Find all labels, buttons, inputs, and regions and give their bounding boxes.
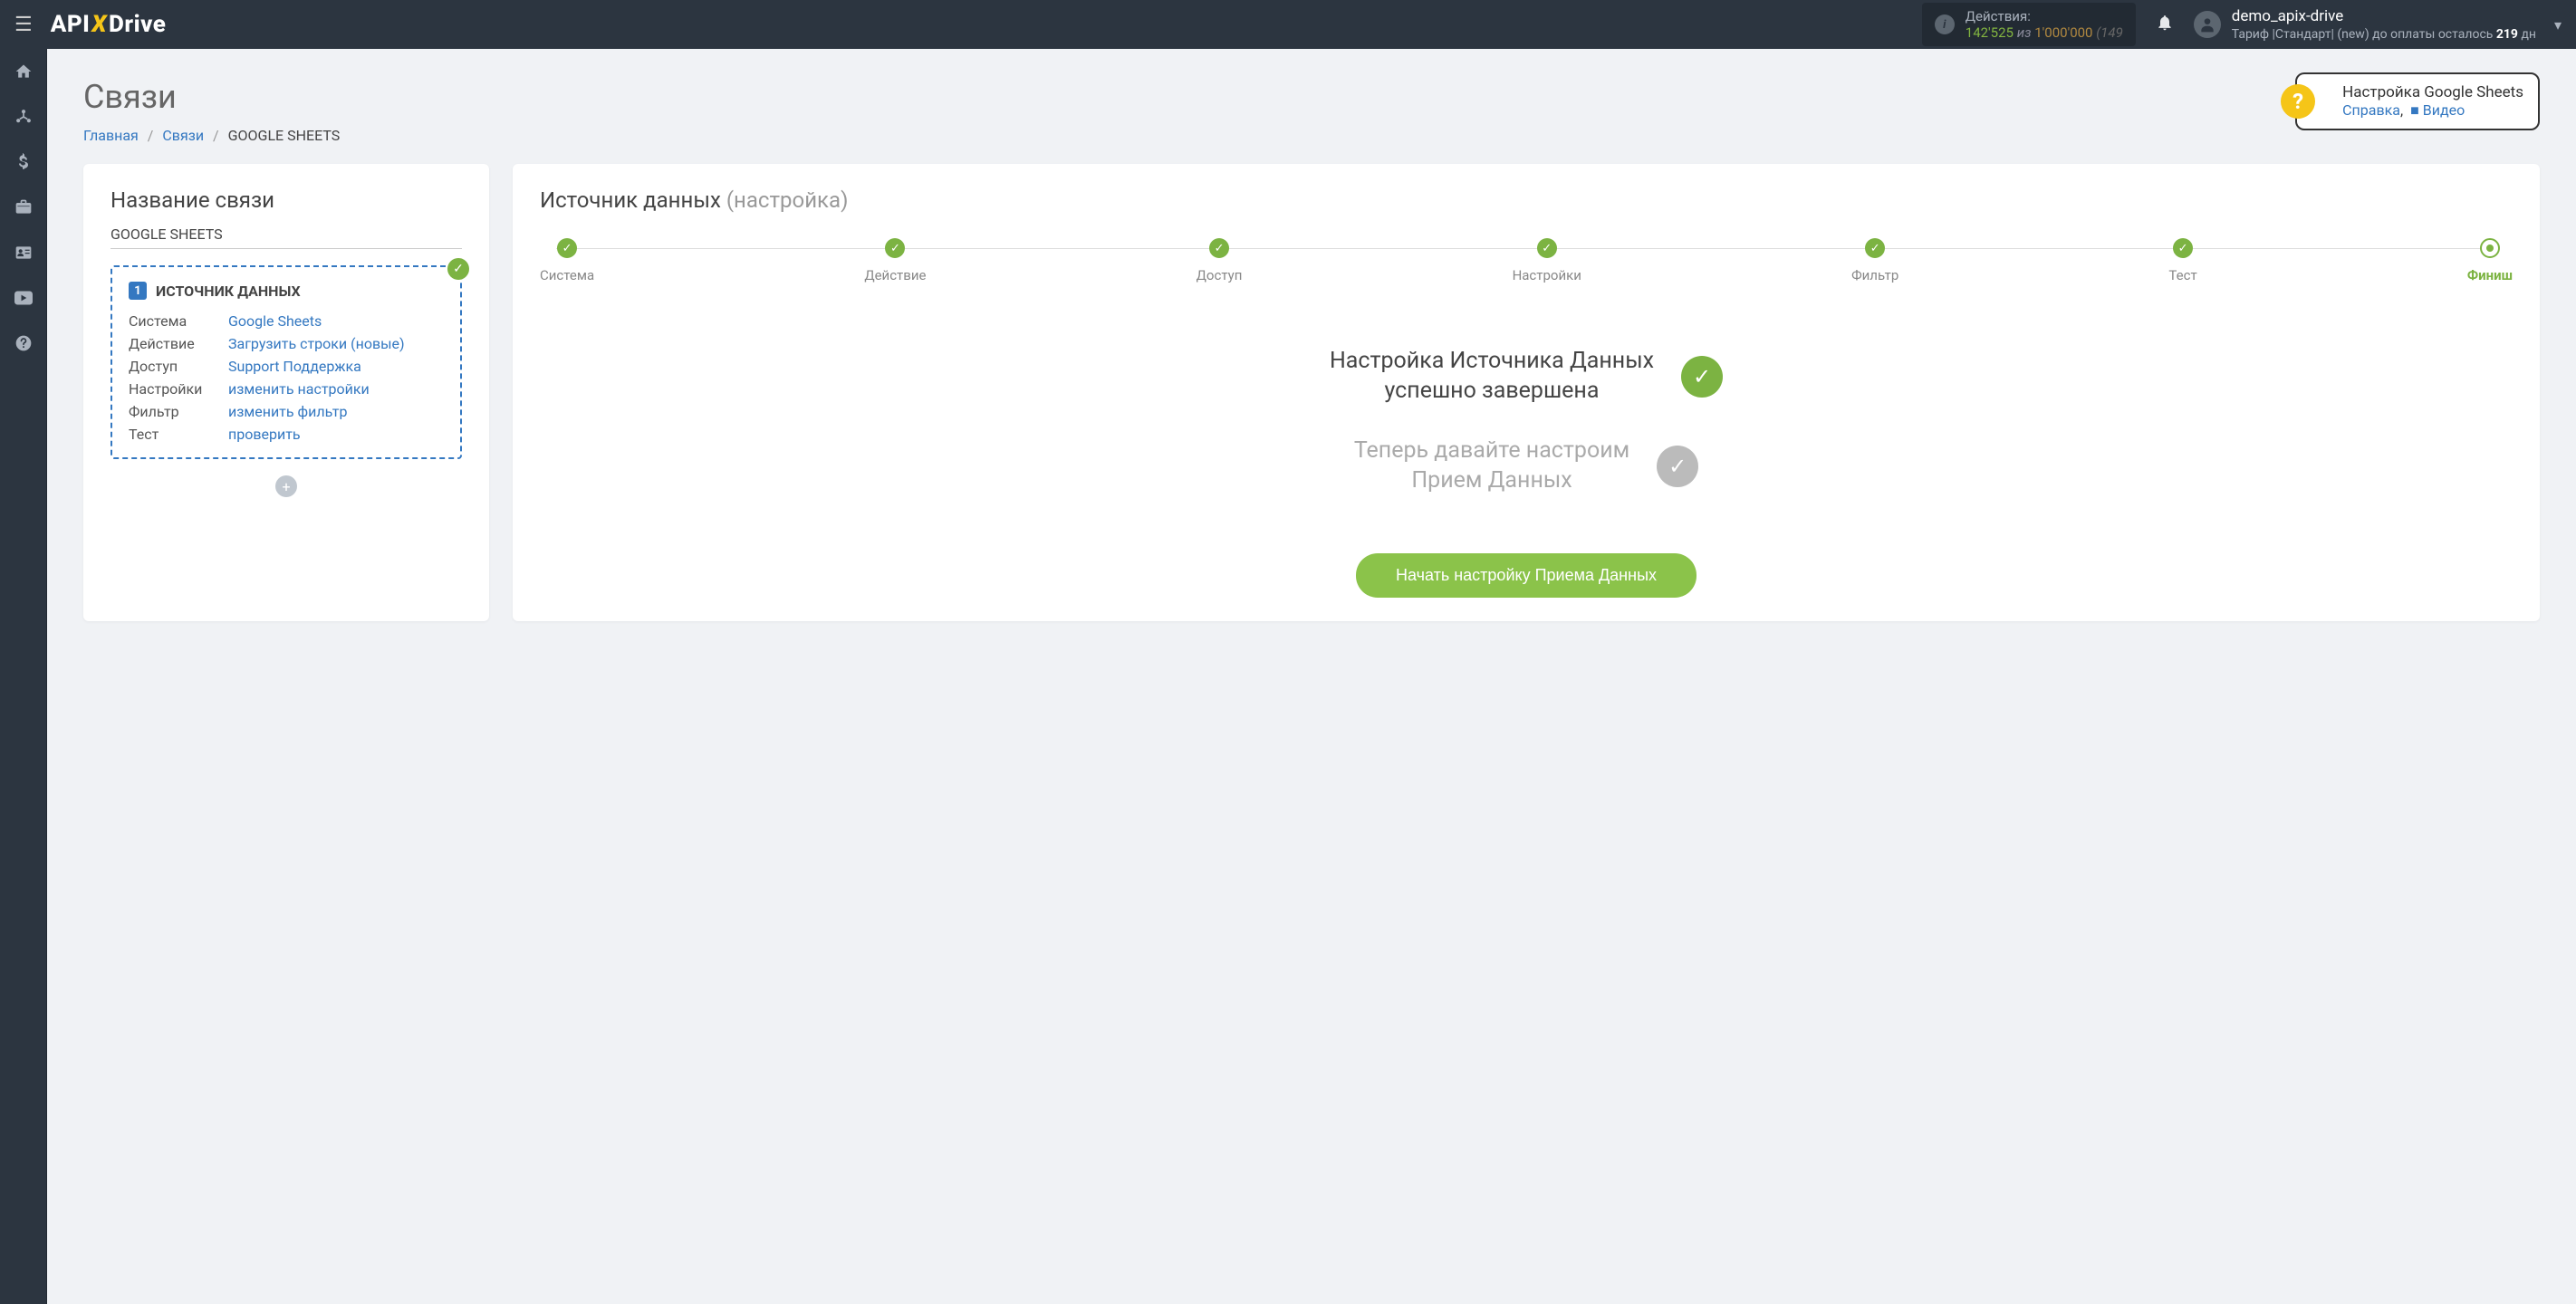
step-1[interactable]: ✓ Действие xyxy=(864,238,926,283)
step-0[interactable]: ✓ Система xyxy=(540,238,594,283)
setup-card: Источник данных (настройка) ✓ Система ✓ Дей… xyxy=(513,164,2540,621)
source-row-label: Действие xyxy=(129,335,228,352)
help-title: Настройка Google Sheets xyxy=(2342,83,2523,101)
header: ☰ API X Drive i Действия: 142'525 из 1'0… xyxy=(0,0,2576,49)
step-circle-icon: ✓ xyxy=(557,238,577,258)
start-setup-button[interactable]: Начать настройку Приема Данных xyxy=(1356,553,1697,598)
chevron-down-icon[interactable]: ▾ xyxy=(2554,16,2562,34)
breadcrumb: Главная / Связи / GOOGLE SHEETS xyxy=(83,127,2540,144)
info-icon: i xyxy=(1935,14,1955,34)
source-check-icon: ✓ xyxy=(447,258,469,280)
step-label: Фильтр xyxy=(1851,267,1898,283)
step-label: Финиш xyxy=(2467,267,2513,283)
sidebar-briefcase[interactable] xyxy=(0,185,46,230)
tariff-info: Тариф |Стандарт| (new) до оплаты осталос… xyxy=(2232,26,2536,43)
step-label: Система xyxy=(540,267,594,283)
source-row-label: Настройки xyxy=(129,380,228,398)
actions-values: 142'525 из 1'000'000 (149 xyxy=(1966,24,2123,41)
step-circle-icon: ✓ xyxy=(1865,238,1885,258)
help-question-icon[interactable]: ? xyxy=(2281,84,2315,119)
finish-success-text: Настройка Источника Данных успешно завер… xyxy=(1330,347,1654,406)
connection-card: Название связи GOOGLE SHEETS ✓ 1 ИСТОЧНИ… xyxy=(83,164,489,621)
steps: ✓ Система ✓ Действие ✓ Доступ ✓ Настройки ✓ Фильт… xyxy=(540,238,2513,283)
help-ref-link[interactable]: Справка xyxy=(2342,101,2400,119)
sidebar-help[interactable] xyxy=(0,321,46,366)
breadcrumb-current: GOOGLE SHEETS xyxy=(228,127,341,144)
step-circle-icon: ✓ xyxy=(1537,238,1557,258)
source-row-label: Фильтр xyxy=(129,403,228,420)
bell-icon[interactable] xyxy=(2156,14,2174,36)
actions-widget[interactable]: i Действия: 142'525 из 1'000'000 (149 xyxy=(1922,3,2136,46)
user-menu[interactable]: demo_apix-drive Тариф |Стандарт| (new) д… xyxy=(2194,6,2536,43)
setup-title: Источник данных (настройка) xyxy=(540,187,2513,213)
logo-drive: Drive xyxy=(109,11,166,38)
sidebar-billing[interactable] xyxy=(0,139,46,185)
source-row-value[interactable]: изменить настройки xyxy=(228,380,444,398)
step-label: Доступ xyxy=(1197,267,1243,283)
step-circle-icon: ✓ xyxy=(1209,238,1229,258)
help-video-link[interactable]: Видео xyxy=(2423,101,2465,119)
source-box[interactable]: ✓ 1 ИСТОЧНИК ДАННЫХ СистемаGoogle Sheets… xyxy=(111,265,462,459)
source-row-label: Система xyxy=(129,312,228,330)
connection-name[interactable]: GOOGLE SHEETS xyxy=(111,225,462,249)
step-label: Настройки xyxy=(1513,267,1581,283)
page-title: Связи xyxy=(83,78,2540,116)
connection-title: Название связи xyxy=(111,187,462,213)
step-circle-icon: ✓ xyxy=(885,238,905,258)
source-header: 1 ИСТОЧНИК ДАННЫХ xyxy=(129,282,444,300)
step-circle-icon: ✓ xyxy=(2173,238,2193,258)
source-row-value[interactable]: Support Поддержка xyxy=(228,358,444,375)
source-row-value[interactable]: Google Sheets xyxy=(228,312,444,330)
step-label: Действие xyxy=(864,267,926,283)
step-circle-icon xyxy=(2480,238,2500,258)
finish-next-text: Теперь давайте настроим Прием Данных xyxy=(1354,436,1629,495)
step-6[interactable]: Финиш xyxy=(2467,238,2513,283)
sidebar-contacts[interactable] xyxy=(0,230,46,275)
username: demo_apix-drive xyxy=(2232,6,2536,26)
sidebar xyxy=(0,49,47,1304)
video-icon: ■ xyxy=(2410,101,2419,119)
actions-label: Действия: xyxy=(1966,8,2123,24)
step-label: Тест xyxy=(2168,267,2196,283)
help-box: ? Настройка Google Sheets Справка, ■ Вид… xyxy=(2295,72,2540,130)
logo[interactable]: API X Drive xyxy=(51,11,167,38)
finish-success-row: Настройка Источника Данных успешно завер… xyxy=(540,347,2513,406)
source-row-value[interactable]: изменить фильтр xyxy=(228,403,444,420)
source-row-value[interactable]: проверить xyxy=(228,426,444,443)
finish-next-row: Теперь давайте настроим Прием Данных ✓ xyxy=(540,436,2513,495)
avatar-icon xyxy=(2194,11,2221,38)
source-number-badge: 1 xyxy=(129,282,147,300)
sidebar-connections[interactable] xyxy=(0,94,46,139)
source-row-label: Доступ xyxy=(129,358,228,375)
step-5[interactable]: ✓ Тест xyxy=(2168,238,2196,283)
step-4[interactable]: ✓ Фильтр xyxy=(1851,238,1898,283)
logo-api: API xyxy=(51,11,91,38)
sidebar-home[interactable] xyxy=(0,49,46,94)
source-row-label: Тест xyxy=(129,426,228,443)
check-green-icon: ✓ xyxy=(1681,356,1723,398)
logo-x: X xyxy=(91,11,107,38)
breadcrumb-home[interactable]: Главная xyxy=(83,127,139,144)
sidebar-video[interactable] xyxy=(0,275,46,321)
breadcrumb-connections[interactable]: Связи xyxy=(162,127,204,144)
source-row-value[interactable]: Загрузить строки (новые) xyxy=(228,335,444,352)
step-3[interactable]: ✓ Настройки xyxy=(1513,238,1581,283)
check-gray-icon: ✓ xyxy=(1657,446,1698,487)
main: Связи Главная / Связи / GOOGLE SHEETS ? … xyxy=(47,49,2576,1304)
step-2[interactable]: ✓ Доступ xyxy=(1197,238,1243,283)
add-button[interactable]: + xyxy=(275,475,297,497)
hamburger-menu-icon[interactable]: ☰ xyxy=(14,14,33,36)
